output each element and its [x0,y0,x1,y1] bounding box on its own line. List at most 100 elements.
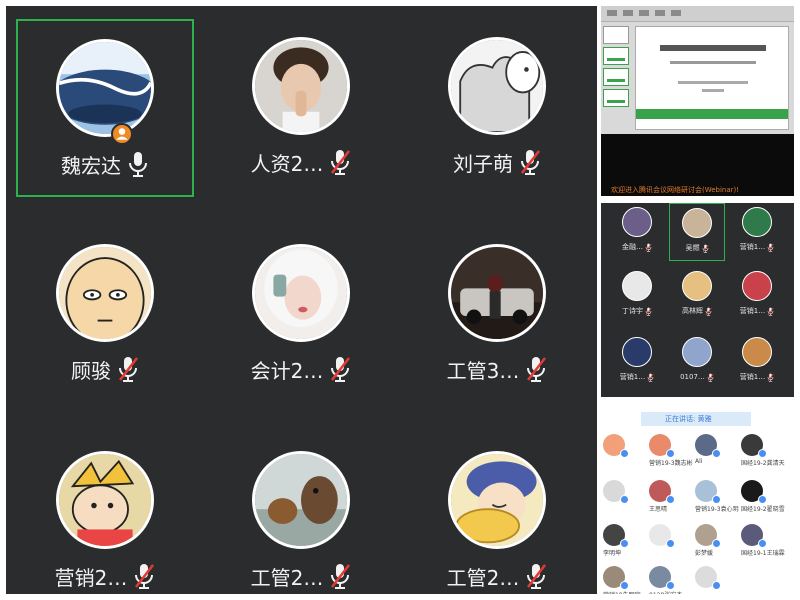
slide-thumbnail-list [603,26,631,130]
participant-list-item[interactable]: 国经19-2龚清天 [741,434,787,470]
participant-avatar [448,37,546,135]
mic-muted-icon [702,244,709,253]
participant-avatar [56,451,154,549]
mic-muted-icon [707,373,714,382]
participant-grid-mini: 金融… 吴燃 营销1… 丁诗宇 高林辉 营销1… 营销1… 0107… 营销1… [601,203,794,397]
mic-muted-icon [767,373,774,382]
mini-participant-avatar [682,271,712,301]
participant-list-item[interactable] [603,434,649,470]
mini-participant-avatar [682,208,712,238]
speaking-indicator: 正在讲话: 黄雅 [641,412,751,426]
mini-participant-label-row: 吴燃 [670,242,724,254]
participant-list-name: 王思晴 [649,506,668,513]
mini-participant-name: 吴燃 [685,244,700,252]
participant-list-item[interactable]: 国经19-2翟晓雪 [741,480,787,516]
shared-slide-panel[interactable]: 欢迎进入腾讯会议网络研讨会(Webinar)! [601,6,794,196]
participant-tile[interactable]: 工管2… [212,433,390,600]
participant-name: 工管2… [250,565,324,590]
slide-thumbnail[interactable] [603,26,629,44]
mini-participant-tile[interactable]: 吴燃 [669,203,725,261]
participant-label-row: 工管2… [212,561,390,591]
participant-list-item[interactable]: 李明坤 [603,524,649,560]
participant-tile[interactable]: 工管2… [408,433,586,600]
mini-participant-tile[interactable]: 营销1… [609,333,665,391]
participant-name: 会计2… [250,358,324,383]
status-badge-icon [620,581,629,590]
mini-participant-name: 丁诗宇 [622,307,643,315]
mini-participant-avatar [682,337,712,367]
mini-participant-name: 金融… [622,243,643,251]
slide-editor-window [601,6,794,134]
participant-tile[interactable]: 营销2… [16,433,194,600]
mini-participant-avatar [742,207,772,237]
participant-name: 人资2… [250,151,324,176]
participant-list-item[interactable]: 营销19-3魏志彬 [649,434,695,470]
participant-tile[interactable]: 工管3… [408,226,586,404]
mini-participant-label-row: 高林辉 [669,305,725,317]
mini-participant-tile[interactable]: 高林辉 [669,267,725,325]
screen-root: 魏宏达 人资2… 刘子萌顾骏 会计2… 工管3… 营销2… 工管2… 工管2… 欢迎进入腾讯会… [0,0,800,600]
participant-tile[interactable]: 人资2… [212,19,390,197]
participant-tile[interactable]: 刘子萌 [408,19,586,197]
participant-avatar [448,244,546,342]
participant-avatar [448,451,546,549]
participant-list-name: 营销19-3魏志彬 [649,460,693,467]
participant-list-item[interactable]: 国经19-1王瑞霖 [741,524,787,560]
participant-name: 魏宏达 [61,153,121,178]
mini-participant-tile[interactable]: 0107… [669,333,725,391]
mini-participant-tile[interactable]: 金融… [609,203,665,261]
participant-tile[interactable]: 魏宏达 [16,19,194,197]
slide-thumbnail[interactable] [603,68,629,86]
participant-label-row: 人资2… [212,147,390,177]
participant-list-item[interactable]: 营销19朱明宇 [603,566,649,594]
mini-participant-avatar [742,271,772,301]
mini-participant-tile[interactable]: 丁诗宇 [609,267,665,325]
mini-participant-tile[interactable]: 营销1… [729,267,785,325]
mini-participant-name: 营销1… [619,373,646,381]
participant-tile[interactable]: 顾骏 [16,226,194,404]
participant-name: 工管2… [446,565,520,590]
mini-participant-tile[interactable]: 营销1… [729,333,785,391]
status-badge-icon [620,495,629,504]
participant-list-item[interactable] [695,566,741,594]
participant-avatar [252,451,350,549]
slide-thumbnail[interactable] [603,47,629,65]
mic-muted-icon [767,307,774,316]
participant-list-item[interactable]: 彭梦媛 [695,524,741,560]
participant-name: 营销2… [54,565,128,590]
participant-list-item[interactable]: 王思晴 [649,480,695,516]
mic-muted-icon [645,307,652,316]
participant-name: 工管3… [446,358,520,383]
mini-participant-label-row: 营销1… [609,371,665,383]
participant-grid-main: 魏宏达 人资2… 刘子萌顾骏 会计2… 工管3… 营销2… 工管2… 工管2… [6,6,597,594]
participant-list-item[interactable] [603,480,649,516]
participant-list-item[interactable]: 营销19-3袁心玥 [695,480,741,516]
participant-label-row: 顾骏 [16,354,194,384]
participant-list-item[interactable]: Ali [695,434,741,470]
speaking-indicator-text: 正在讲话: 黄雅 [665,415,712,423]
participant-avatar [252,37,350,135]
status-badge-icon [712,449,721,458]
webinar-welcome-caption: 欢迎进入腾讯会议网络研讨会(Webinar)! [611,186,740,194]
participant-list-name: 营销19-3袁心玥 [695,506,739,513]
participant-list-item[interactable] [649,524,695,560]
mic-muted-icon [117,355,139,383]
mini-participant-label-row: 0107… [669,371,725,383]
mini-participant-avatar [622,271,652,301]
participant-tile[interactable]: 会计2… [212,226,390,404]
slide-thumbnail[interactable] [603,89,629,107]
mic-muted-icon [133,562,155,590]
participant-label-row: 工管3… [408,354,586,384]
mini-participant-name: 营销1… [739,243,766,251]
participant-list-name: 国经19-2龚清天 [741,460,785,467]
mic-muted-icon [329,562,351,590]
mic-muted-icon [329,355,351,383]
mini-participant-label-row: 营销1… [729,305,785,317]
mini-participant-label-row: 金融… [609,241,665,253]
participant-list-item[interactable]: 0128张宏杰 [649,566,695,594]
mini-participant-tile[interactable]: 营销1… [729,203,785,261]
participant-list-name: 彭梦媛 [695,550,714,557]
mic-icon [127,150,149,178]
participant-list-name: 国经19-2翟晓雪 [741,506,785,513]
status-badge-icon [758,495,767,504]
